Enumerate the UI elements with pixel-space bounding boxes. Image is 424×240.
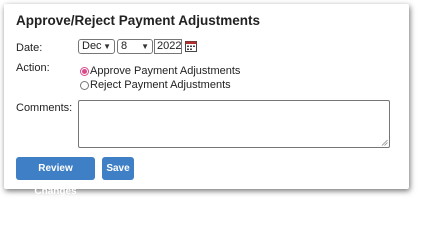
comments-label: Comments: bbox=[16, 102, 73, 114]
reject-option-label: Reject Payment Adjustments bbox=[90, 79, 231, 91]
action-label: Action: bbox=[16, 62, 50, 74]
save-button[interactable]: Save bbox=[102, 157, 134, 180]
approve-option-label: Approve Payment Adjustments bbox=[90, 65, 241, 77]
day-select[interactable]: 8 ▼ bbox=[117, 39, 153, 54]
resize-grip-icon[interactable] bbox=[381, 139, 388, 146]
reject-radio[interactable] bbox=[80, 80, 89, 90]
adjustment-form-panel: Approve/Reject Payment Adjustments Date:… bbox=[4, 4, 409, 197]
form-title: Approve/Reject Payment Adjustments bbox=[16, 13, 261, 28]
approve-option[interactable]: Approve Payment Adjustments bbox=[80, 65, 240, 77]
comments-textarea[interactable] bbox=[78, 100, 390, 148]
chevron-down-icon: ▼ bbox=[103, 42, 111, 51]
date-label: Date: bbox=[16, 42, 43, 54]
approve-radio[interactable] bbox=[80, 66, 89, 76]
review-changes-button[interactable]: Review Changes bbox=[16, 157, 95, 197]
reject-option[interactable]: Reject Payment Adjustments bbox=[80, 79, 231, 91]
month-select-value: Dec bbox=[82, 40, 102, 52]
day-select-value: 8 bbox=[121, 40, 128, 52]
calendar-icon[interactable] bbox=[185, 40, 197, 52]
month-select[interactable]: Dec ▼ bbox=[78, 39, 115, 54]
chevron-down-icon: ▼ bbox=[141, 42, 149, 51]
year-input[interactable]: 2022 bbox=[154, 39, 182, 54]
